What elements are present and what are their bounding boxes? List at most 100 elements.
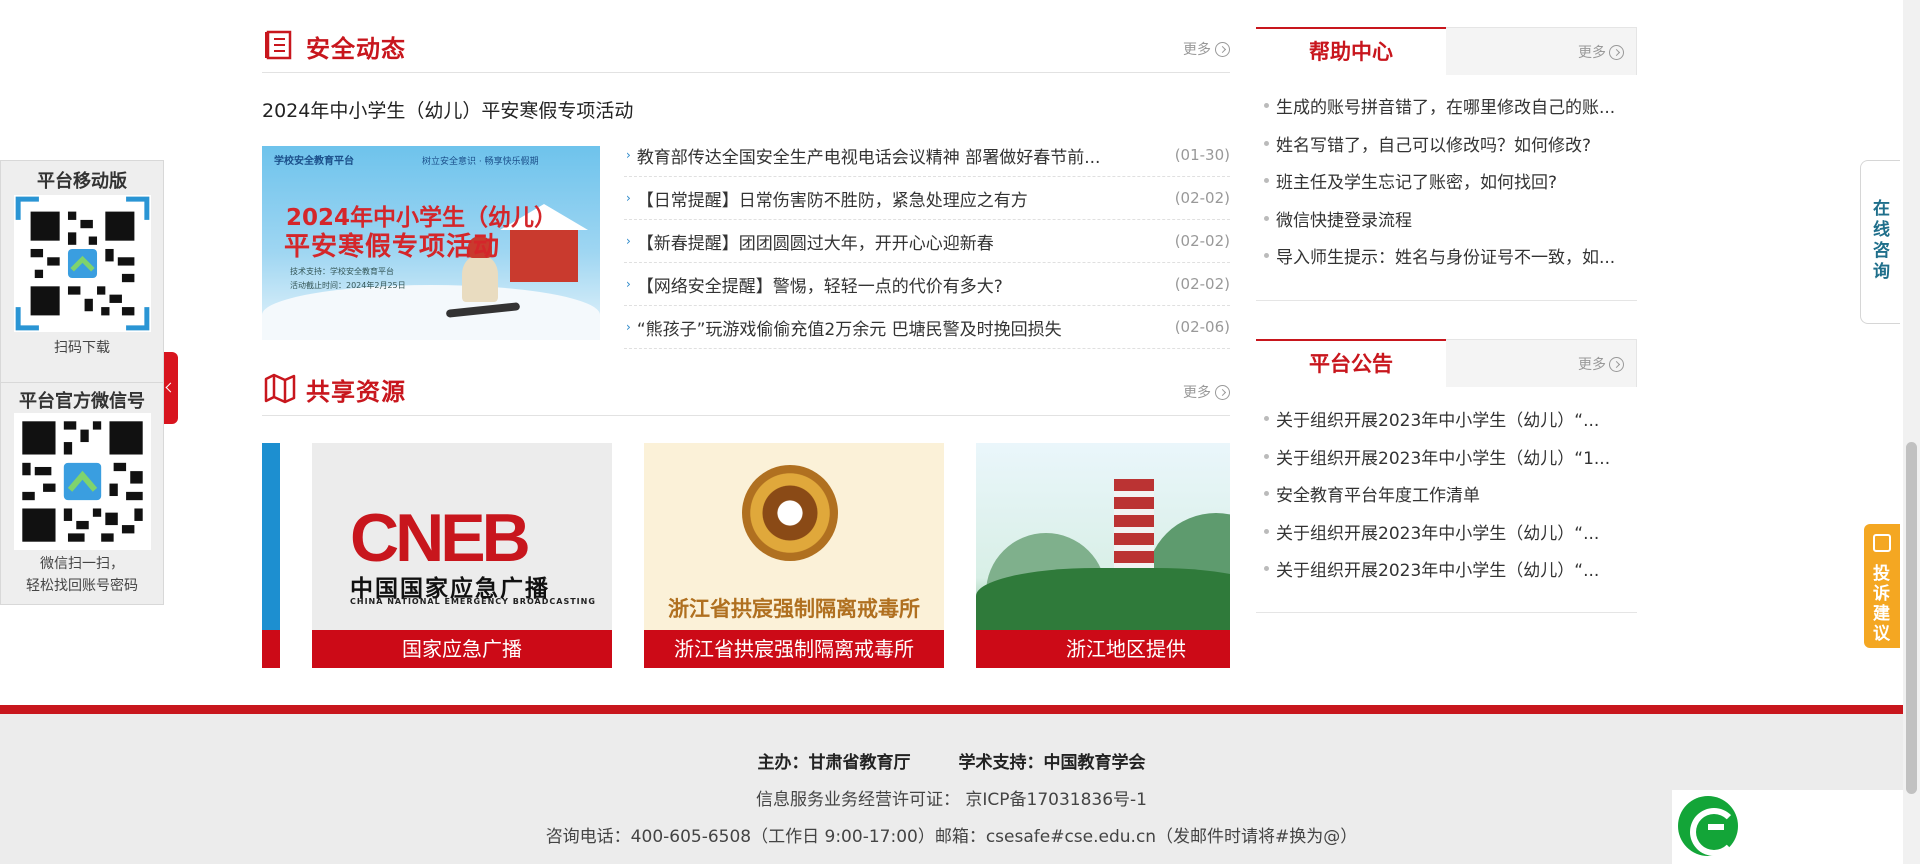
announcement-item-text: 关于组织开展2023年中小学生（幼儿）“1...: [1276, 448, 1611, 469]
help-item-text: 导入师生提示：姓名与身份证号不一致，如...: [1276, 248, 1616, 269]
shared-resources-title: 共享资源: [306, 378, 406, 406]
help-item[interactable]: 微信快捷登录流程: [1264, 200, 1629, 238]
green-badge-widget[interactable]: [1672, 790, 1903, 864]
online-consult-button[interactable]: 在线咨询: [1860, 160, 1900, 324]
help-center-tabbar: 帮助中心 更多: [1256, 27, 1637, 76]
host-label: 主办：: [757, 753, 809, 773]
vertical-scrollbar[interactable]: [1903, 0, 1920, 864]
rehab-center-name: 浙江省拱宸强制隔离戒毒所: [668, 597, 920, 621]
chevron-right-icon: ›: [626, 320, 631, 334]
scrollbar-thumb[interactable]: [1906, 442, 1917, 794]
bullet-dot-icon: [1264, 453, 1269, 459]
announcement-item[interactable]: 关于组织开展2023年中小学生（幼儿）“1...: [1264, 438, 1629, 476]
bullet-dot-icon: [1264, 416, 1269, 422]
footer-divider: [0, 705, 1903, 714]
news-item-text: 【日常提醒】日常伤害防不胜防，紧急处理应之有方: [636, 190, 1028, 211]
announcement-item[interactable]: 安全教育平台年度工作清单: [1264, 475, 1629, 513]
host-name: 甘肃省教育厅: [808, 753, 911, 773]
help-item[interactable]: 导入师生提示：姓名与身份证号不一致，如...: [1264, 237, 1629, 275]
bullet-dot-icon: [1264, 215, 1269, 221]
help-center-tab[interactable]: 帮助中心: [1256, 27, 1446, 76]
resource-slide-rehab-center[interactable]: 浙江省拱宸强制隔离戒毒所 浙江省拱宸强制隔离戒毒所: [644, 443, 944, 668]
image-support-text: 技术支持：学校安全教育平台: [290, 267, 394, 276]
news-list-icon: [264, 29, 296, 65]
carousel-partial-slide[interactable]: [262, 443, 280, 668]
announcement-item[interactable]: 关于组织开展2023年中小学生（幼儿）“...: [1264, 400, 1629, 438]
chevron-right-icon: ›: [626, 148, 631, 162]
circle-arrow-icon: [1215, 384, 1230, 400]
help-item[interactable]: 生成的账号拼音错了，在哪里修改自己的账...: [1264, 87, 1629, 125]
resource-slide-zhejiang[interactable]: 浙江地区提供: [976, 443, 1230, 668]
slide-caption: 浙江省拱宸强制隔离戒毒所: [644, 630, 944, 668]
footer-contact: 咨询电话：400-605-6508（工作日 9:00-17:00）邮箱：cses…: [545, 827, 1358, 847]
announcement-item-text: 安全教育平台年度工作清单: [1276, 486, 1480, 507]
safety-news-more-link[interactable]: 更多: [1183, 39, 1230, 59]
news-item[interactable]: › “熊孩子”玩游戏偷偷充值2万余元 巴塘民警及时挽回损失 (02-06): [624, 306, 1230, 349]
news-item-date: (02-02): [1174, 275, 1230, 293]
circle-arrow-icon: [1215, 41, 1230, 57]
bullet-dot-icon: [1264, 140, 1269, 146]
green-g-logo-icon: [1678, 796, 1738, 856]
complaint-suggestion-button[interactable]: 投诉建议: [1864, 524, 1900, 648]
qr-code-icon: [14, 195, 151, 332]
wechat-caption-line2: 轻松找回账号密码: [26, 578, 138, 594]
slide-caption: 国家应急广播: [312, 630, 612, 668]
news-item-text: 【网络安全提醒】警惕，轻轻一点的代价有多大?: [636, 276, 1003, 297]
announcement-item-text: 关于组织开展2023年中小学生（幼儿）“...: [1276, 523, 1600, 544]
more-label: 更多: [1578, 45, 1606, 61]
news-item[interactable]: › 【网络安全提醒】警惕，轻轻一点的代价有多大? (02-02): [624, 263, 1230, 306]
cneb-logo-text: CNEB: [350, 500, 531, 576]
news-item-text: 【新春提醒】团团圆圆过大年，开开心心迎新春: [636, 233, 994, 254]
help-item[interactable]: 姓名写错了，自己可以修改吗？如何修改?: [1264, 125, 1629, 163]
help-item-text: 微信快捷登录流程: [1276, 210, 1412, 231]
announcement-item[interactable]: 关于组织开展2023年中小学生（幼儿）“...: [1264, 550, 1629, 588]
featured-news-title[interactable]: 2024年中小学生（幼儿）平安寒假专项活动: [262, 96, 633, 123]
news-item-date: (01-30): [1174, 146, 1230, 164]
bullet-dot-icon: [1264, 103, 1269, 109]
more-label: 更多: [1183, 42, 1211, 58]
rehab-center-seal-icon: [742, 465, 838, 561]
cneb-logo-en: CHINA NATIONAL EMERGENCY BROADCASTING: [350, 597, 596, 606]
qr-code-sidebar: 平台移动版 扫码下载 平台官方微信号 微信扫一扫， 轻松找回账号密码: [0, 160, 164, 605]
help-center-more-link[interactable]: 更多: [1578, 42, 1624, 62]
announcement-item-text: 关于组织开展2023年中小学生（幼儿）“...: [1276, 411, 1600, 432]
bullet-dot-icon: [1264, 528, 1269, 534]
safety-news-header: 安全动态 更多: [262, 25, 1230, 73]
page: 安全动态 更多 2024年中小学生（幼儿）平安寒假专项活动 学校安全教育平台 树…: [0, 0, 1920, 864]
announcements-list: 关于组织开展2023年中小学生（幼儿）“... 关于组织开展2023年中小学生（…: [1256, 387, 1637, 594]
wechat-caption-line1: 微信扫一扫，: [40, 556, 124, 572]
wechat-qr-code: [14, 413, 151, 550]
sidebar-collapse-button[interactable]: [164, 352, 178, 424]
news-item[interactable]: › 【新春提醒】团团圆圆过大年，开开心心迎新春 (02-02): [624, 220, 1230, 263]
announcement-item-text: 关于组织开展2023年中小学生（幼儿）“...: [1276, 561, 1600, 582]
announcements-tabbar: 平台公告 更多: [1256, 339, 1637, 388]
chevron-right-icon: ›: [626, 234, 631, 248]
news-item-text: 教育部传达全国安全生产电视电话会议精神 部署做好春节前...: [636, 147, 1101, 168]
image-deadline-text: 活动截止时间：2024年2月25日: [290, 281, 406, 290]
mobile-qr-caption: 扫码下载: [54, 340, 110, 356]
resource-slide-cneb[interactable]: CNEB 中国国家应急广播 CHINA NATIONAL EMERGENCY B…: [312, 443, 612, 668]
edit-icon: [1873, 534, 1891, 552]
slide-caption: 浙江地区提供: [976, 630, 1230, 668]
news-item-date: (02-02): [1174, 189, 1230, 207]
featured-news-image[interactable]: 学校安全教育平台 树立安全意识 · 畅享快乐假期 2024年中小学生（幼儿） 平…: [262, 146, 600, 340]
help-item[interactable]: 班主任及学生忘记了账密，如何找回?: [1264, 162, 1629, 200]
news-item[interactable]: › 教育部传达全国安全生产电视电话会议精神 部署做好春节前... (01-30): [624, 134, 1230, 177]
announcements-tab[interactable]: 平台公告: [1256, 339, 1446, 388]
wechat-title: 平台官方微信号: [1, 382, 163, 413]
news-item[interactable]: › 【日常提醒】日常伤害防不胜防，紧急处理应之有方 (02-02): [624, 177, 1230, 220]
announcement-item[interactable]: 关于组织开展2023年中小学生（幼儿）“...: [1264, 513, 1629, 551]
bullet-dot-icon: [1264, 178, 1269, 184]
map-icon: [264, 372, 296, 408]
mobile-version-title: 平台移动版: [37, 171, 127, 192]
trees-illustration: [976, 568, 1230, 638]
safety-news-title: 安全动态: [306, 35, 406, 63]
bullet-dot-icon: [1264, 566, 1269, 572]
house-illustration: [500, 204, 588, 282]
help-center-list: 生成的账号拼音错了，在哪里修改自己的账... 姓名写错了，自己可以修改吗？如何修…: [1256, 75, 1637, 281]
image-title-line2: 平安寒假专项活动: [284, 232, 501, 262]
announcements-more-link[interactable]: 更多: [1578, 354, 1624, 374]
snow-ground: [262, 285, 600, 340]
mobile-app-qr-code: [14, 195, 151, 332]
shared-resources-more-link[interactable]: 更多: [1183, 382, 1230, 402]
